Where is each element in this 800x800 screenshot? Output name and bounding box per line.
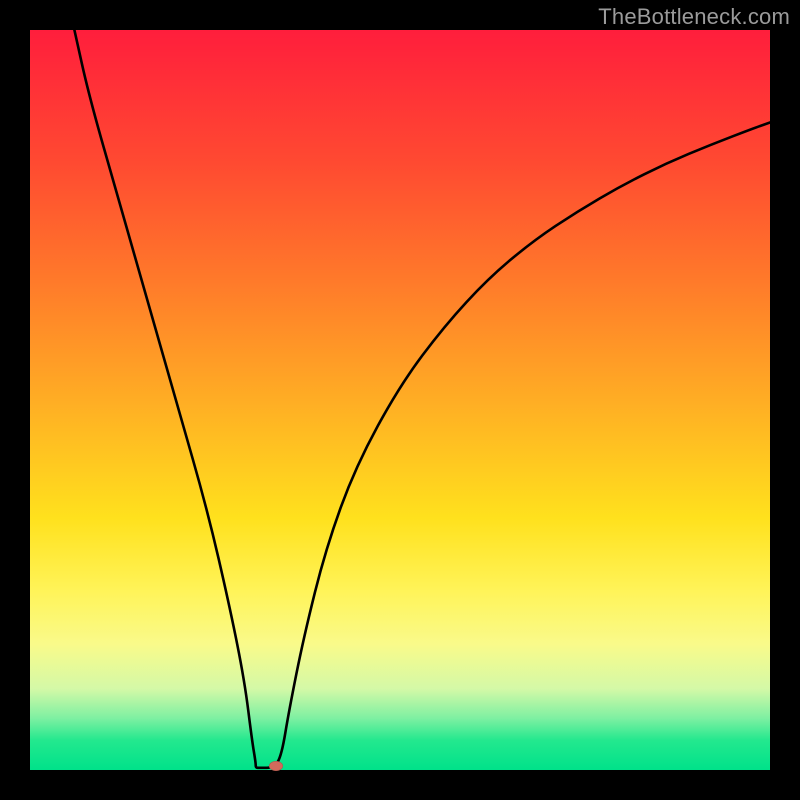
chart-stage: TheBottleneck.com	[0, 0, 800, 800]
watermark-text: TheBottleneck.com	[598, 4, 790, 30]
plot-area	[30, 30, 770, 770]
bottleneck-curve	[74, 30, 770, 768]
minimum-marker	[269, 761, 283, 771]
curve-svg	[30, 30, 770, 770]
